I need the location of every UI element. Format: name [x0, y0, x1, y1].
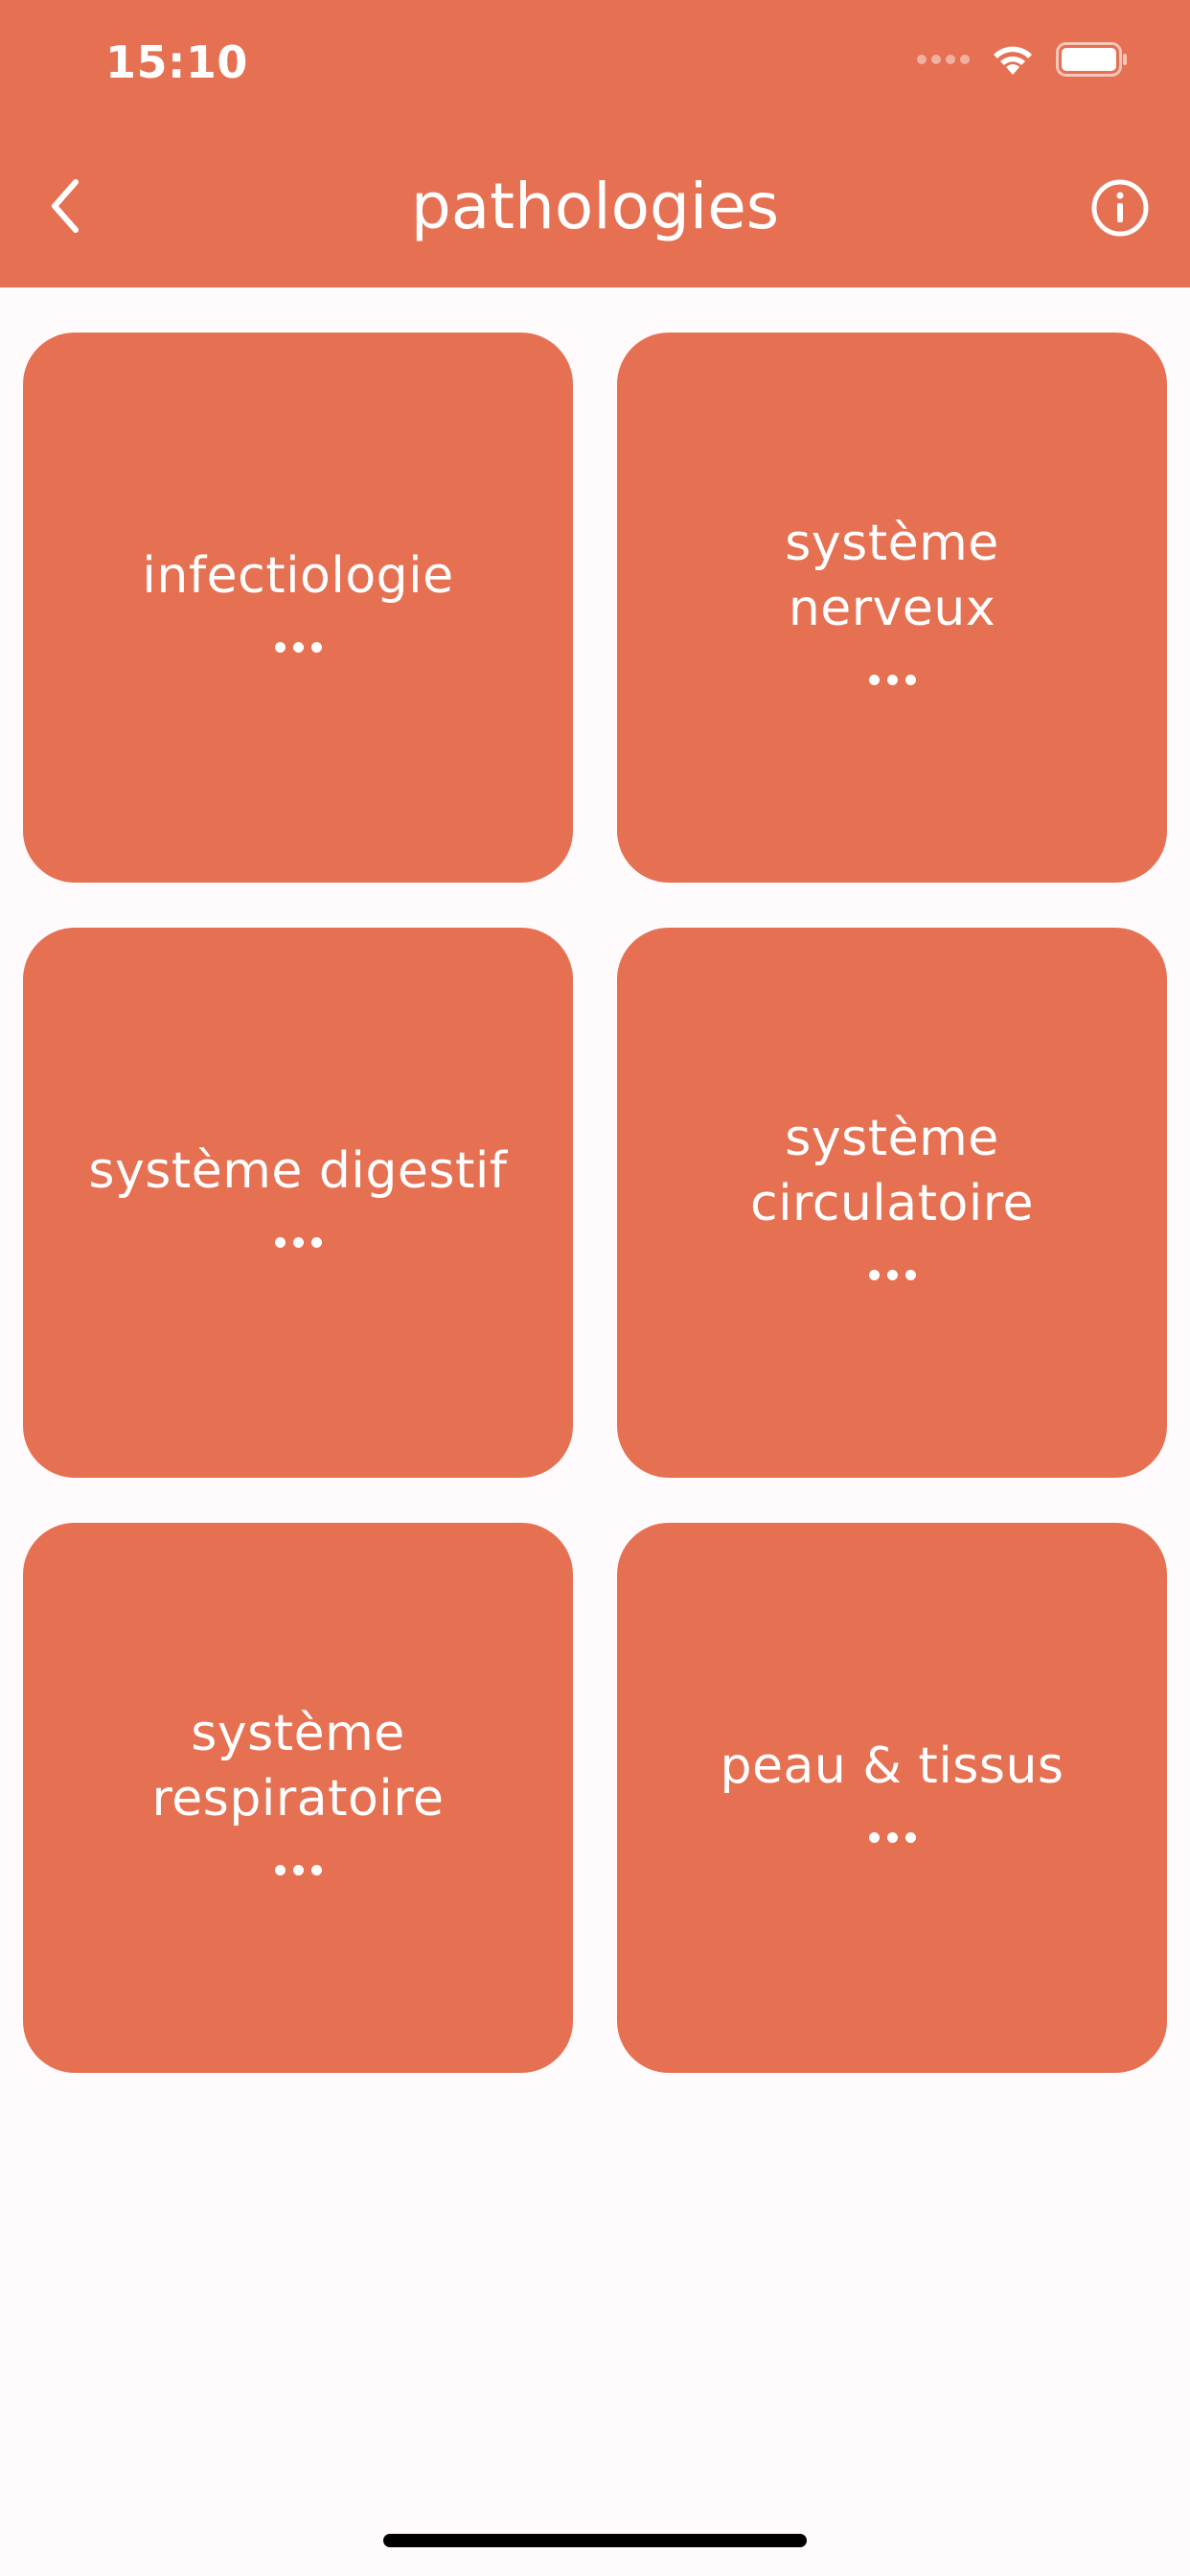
category-label: infectiologie: [142, 547, 454, 605]
category-label: système circulatoire: [749, 1110, 1034, 1232]
app-bar: 15:10 pathologies: [0, 0, 1190, 288]
category-card-infectiologie[interactable]: infectiologie: [23, 333, 573, 883]
category-label: peau & tissus: [720, 1737, 1064, 1795]
cellular-signal-icon: [917, 55, 970, 64]
category-card-systeme-nerveux[interactable]: système nerveux: [617, 333, 1167, 883]
ellipsis-icon: [274, 1217, 322, 1267]
category-label: système nerveux: [785, 515, 999, 637]
category-card-systeme-respiratoire[interactable]: système respiratoire: [23, 1523, 573, 2073]
info-circle-icon: [1091, 179, 1149, 237]
battery-icon: [1056, 42, 1127, 77]
page-title: pathologies: [410, 170, 780, 243]
category-label: système digestif: [88, 1142, 508, 1200]
category-card-peau-tissus[interactable]: peau & tissus: [617, 1523, 1167, 2073]
info-button[interactable]: [1088, 176, 1152, 240]
status-time: 15:10: [105, 36, 248, 88]
ellipsis-icon: [274, 622, 322, 672]
wifi-icon: [994, 46, 1032, 75]
ellipsis-icon: [868, 1812, 916, 1862]
ellipsis-icon: [868, 655, 916, 704]
ellipsis-icon: [868, 1250, 916, 1300]
ellipsis-icon: [274, 1845, 322, 1895]
status-icons: [917, 42, 1129, 77]
category-card-systeme-digestif[interactable]: système digestif: [23, 928, 573, 1478]
category-grid: infectiologie système nerveux système di…: [23, 333, 1167, 2073]
category-label: système respiratoire: [151, 1705, 445, 1828]
category-card-systeme-circulatoire[interactable]: système circulatoire: [617, 928, 1167, 1478]
home-indicator[interactable]: [383, 2534, 807, 2547]
